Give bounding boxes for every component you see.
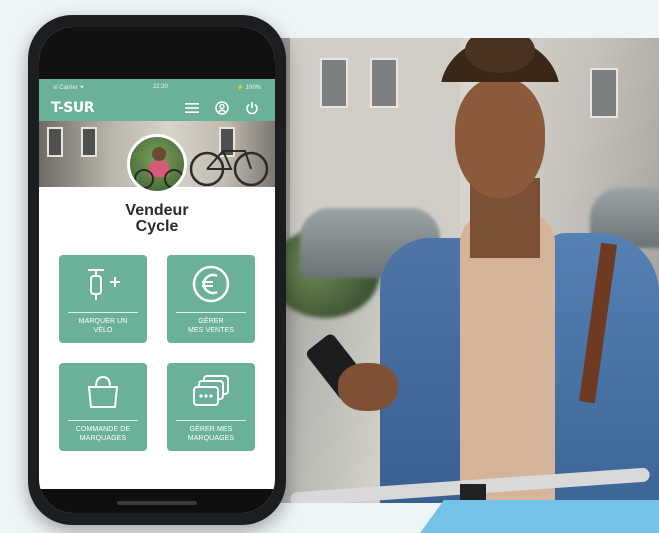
action-tiles-grid: MARQUER UN VÉLO GÉRER MES VENTES COMMAND… — [59, 255, 255, 451]
screen-bezel-top — [39, 27, 275, 79]
banner-window — [47, 127, 63, 157]
tile-label: COMMANDE DE MARQUAGES — [76, 425, 130, 443]
power-icon[interactable] — [241, 97, 263, 119]
tile-label-line: GÉRER — [198, 318, 224, 325]
tile-divider — [176, 312, 246, 313]
battery-label: ⚡ 100% — [236, 84, 261, 91]
phone-screen: ııl Carrier ✦ 22:30 ⚡ 100% T-SUR Vendeur… — [39, 27, 275, 513]
seller-name: Vendeur Cycle — [39, 203, 275, 235]
manage-markings-button[interactable]: GÉRER MES MARQUAGES — [167, 363, 255, 451]
avatar-bike-wheel — [164, 169, 184, 189]
tile-label-line: MARQUER UN — [78, 318, 128, 325]
status-bar: ııl Carrier ✦ 22:30 ⚡ 100% — [39, 79, 275, 95]
tile-label-line: MES VENTES — [187, 327, 235, 334]
lifestyle-photo — [260, 38, 659, 503]
tile-divider — [68, 312, 138, 313]
tile-label: MARQUER UN VÉLO — [79, 317, 128, 335]
shopping-bag-icon — [83, 363, 123, 420]
tile-label-line: GÉRER MES — [189, 426, 233, 433]
tile-label: GÉRER MES VENTES — [188, 317, 234, 335]
app-header: T-SUR — [39, 95, 275, 121]
tile-divider — [68, 420, 138, 421]
hamburger-menu-icon[interactable] — [181, 97, 203, 119]
stacked-windows-icon — [190, 363, 232, 420]
avatar — [127, 134, 187, 194]
building-window — [320, 58, 348, 108]
tile-label-line: VÉLO — [93, 327, 113, 334]
seller-name-line2: Cycle — [135, 218, 179, 235]
banner-window — [81, 127, 97, 157]
bicycle-illustration — [189, 150, 269, 187]
woman-face — [455, 78, 545, 198]
building-window — [370, 58, 398, 108]
tile-label: GÉRER MES MARQUAGES — [188, 425, 234, 443]
tile-divider — [176, 420, 246, 421]
accent-shape — [420, 500, 659, 533]
tile-label-line: COMMANDE DE — [75, 426, 131, 433]
app-logo: T-SUR — [51, 100, 95, 116]
manage-sales-button[interactable]: GÉRER MES VENTES — [167, 255, 255, 343]
hand — [338, 363, 398, 411]
clock-label: 22:30 — [152, 84, 168, 90]
user-circle-icon[interactable] — [211, 97, 233, 119]
euro-icon — [191, 255, 231, 312]
tile-label-line: MARQUAGES — [187, 435, 235, 442]
seller-name-line1: Vendeur — [125, 202, 189, 219]
tile-label-line: MARQUAGES — [79, 435, 127, 442]
avatar-bike-wheel — [134, 169, 154, 189]
order-markings-button[interactable]: COMMANDE DE MARQUAGES — [59, 363, 147, 451]
home-indicator[interactable] — [117, 501, 197, 505]
avatar-child-head — [152, 147, 166, 161]
bike-plus-icon — [80, 255, 126, 312]
mark-bike-button[interactable]: MARQUER UN VÉLO — [59, 255, 147, 343]
building-window — [590, 68, 618, 118]
phone-mockup: ııl Carrier ✦ 22:30 ⚡ 100% T-SUR Vendeur… — [28, 15, 286, 525]
carrier-label: ııl Carrier ✦ — [53, 84, 85, 91]
